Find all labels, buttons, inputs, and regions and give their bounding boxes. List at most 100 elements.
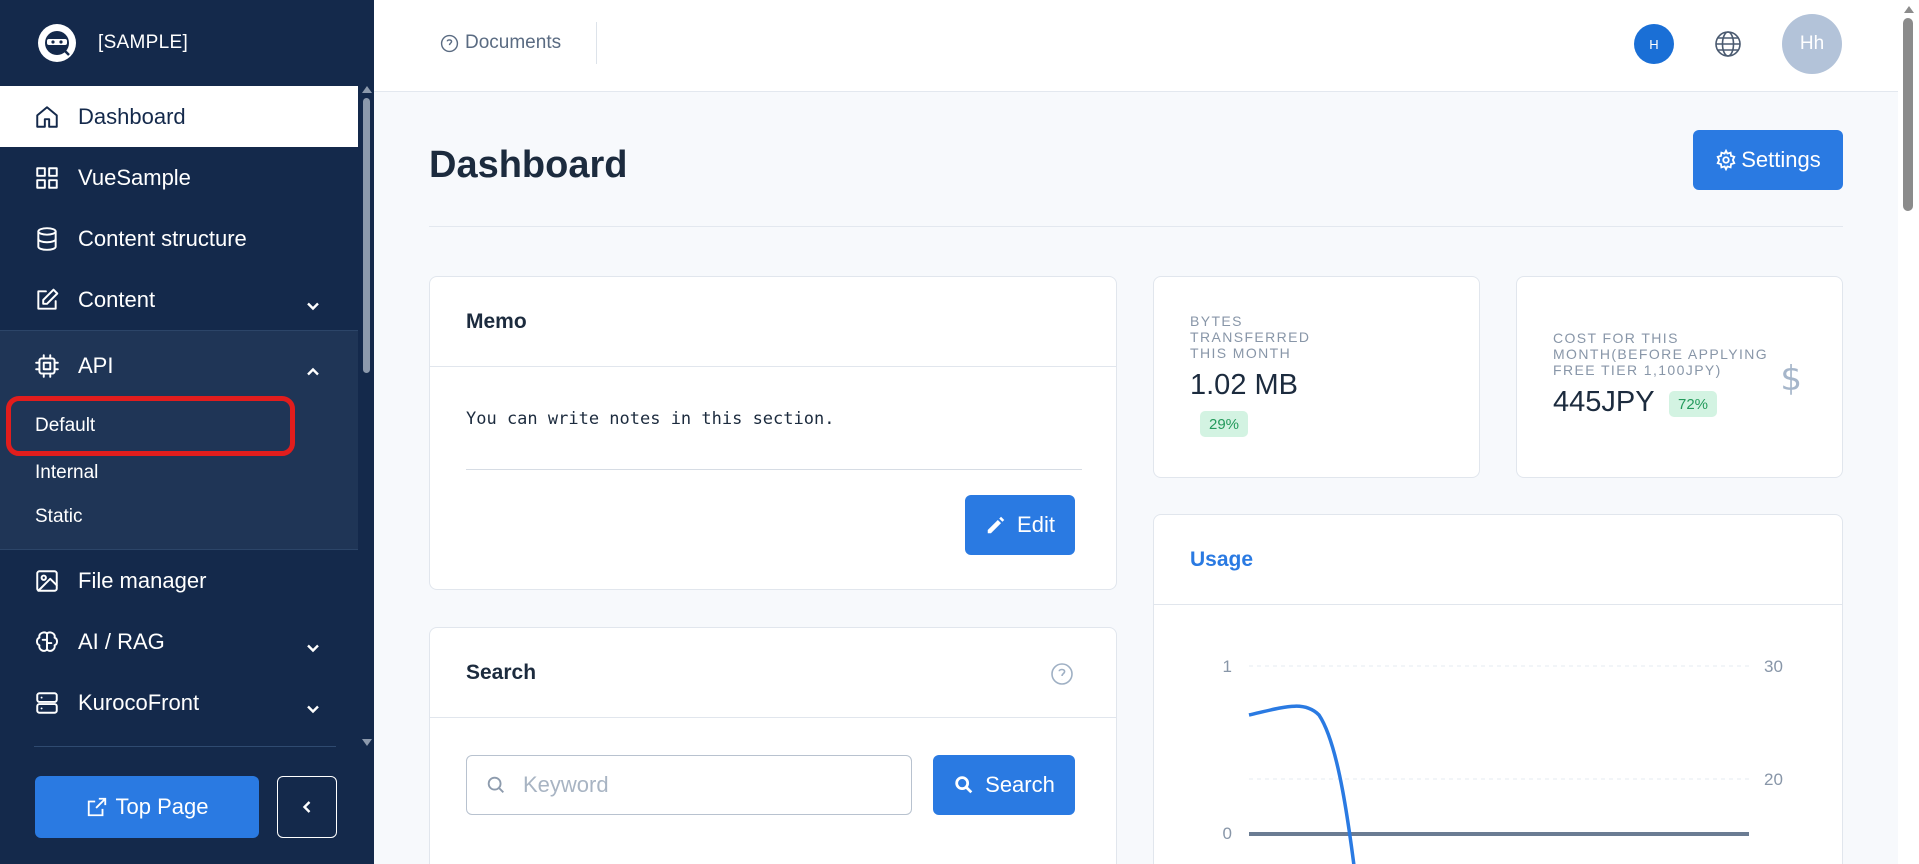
y-right-tick-30: 30 <box>1764 657 1783 676</box>
sidebar-item-dashboard[interactable]: Dashboard <box>0 86 358 147</box>
search-button[interactable]: Search <box>933 755 1075 815</box>
sidebar-subitem-default[interactable]: Default <box>6 396 295 456</box>
home-icon <box>34 104 60 130</box>
sidebar-subitem-static[interactable]: Static <box>0 495 358 539</box>
usage-series-line <box>1248 704 1356 864</box>
brain-icon <box>34 629 60 655</box>
avatar[interactable]: Hh <box>1782 14 1842 74</box>
edit-label: Edit <box>1017 512 1055 537</box>
chevron-down-icon <box>306 293 320 310</box>
memo-card: Memo You can write notes in this section… <box>429 276 1117 590</box>
page-scroll-thumb[interactable] <box>1903 18 1913 211</box>
sidebar-item-label: Content structure <box>78 225 247 251</box>
sidebar: [SAMPLE] Dashboard VueSample Content str… <box>0 0 374 864</box>
memo-title: Memo <box>430 277 1116 367</box>
sidebar-item-label: Content <box>78 286 156 312</box>
image-icon <box>34 568 60 594</box>
search-field[interactable] <box>466 755 912 815</box>
brand[interactable]: [SAMPLE] <box>0 0 374 86</box>
sidebar-item-label: AI / RAG <box>78 628 165 654</box>
server-icon <box>34 690 60 716</box>
bytes-label-line-2: TRANSFERRED <box>1190 329 1311 345</box>
sidebar-item-ai-rag[interactable]: AI / RAG <box>0 611 358 672</box>
chevron-down-icon <box>306 696 320 713</box>
search-icon <box>487 776 504 793</box>
scroll-up-arrow-icon[interactable] <box>1904 6 1914 13</box>
bytes-value: 1.02 MB <box>1190 369 1298 401</box>
page-scrollbar[interactable] <box>1898 0 1919 864</box>
topbar-divider <box>596 22 597 64</box>
cost-label-line-1: COST FOR THIS <box>1553 330 1679 346</box>
sidebar-item-kurocofront[interactable]: KurocoFront <box>0 672 358 733</box>
cost-value: 445JPY <box>1553 386 1655 418</box>
edit-memo-button[interactable]: Edit <box>965 495 1075 555</box>
chip-icon <box>34 353 60 379</box>
chevron-left-icon <box>302 801 311 813</box>
sidebar-item-label: API <box>78 353 114 378</box>
usage-chart: 1 0 30 20 <box>1223 657 1783 864</box>
bytes-transferred-card: BYTES TRANSFERRED THIS MONTH 1.02 MB 29% <box>1153 276 1480 478</box>
scroll-up-arrow-icon[interactable] <box>362 86 372 93</box>
y-left-tick-1: 1 <box>1223 657 1232 676</box>
topbar: Documents H Hh <box>374 0 1898 92</box>
brand-name: [SAMPLE] <box>98 32 189 53</box>
documents-link[interactable]: Documents <box>440 32 561 54</box>
title-divider <box>429 226 1843 227</box>
memo-divider <box>466 469 1082 470</box>
search-card: Search Search <box>429 627 1117 864</box>
y-left-tick-0: 0 <box>1223 824 1232 843</box>
globe-icon[interactable] <box>1712 28 1744 60</box>
cost-label-line-3: FREE TIER 1,100JPY) <box>1553 362 1722 378</box>
top-page-button[interactable]: Top Page <box>35 776 259 838</box>
usage-card: Usage 1 0 30 20 <box>1153 514 1843 864</box>
search-input[interactable] <box>523 772 883 798</box>
cost-label-line-2: MONTH(BEFORE APPLYING <box>1553 346 1769 362</box>
sidebar-item-content[interactable]: Content <box>0 269 358 330</box>
chevron-up-icon <box>306 359 320 376</box>
site-badge[interactable]: H <box>1634 24 1674 64</box>
sidebar-item-label: KurocoFront <box>78 689 200 715</box>
y-right-tick-20: 20 <box>1764 770 1783 789</box>
scroll-down-arrow-icon[interactable] <box>362 739 372 746</box>
question-circle-icon <box>440 34 459 52</box>
documents-label: Documents <box>465 32 562 53</box>
search-button-label: Search <box>985 772 1055 797</box>
external-link-icon <box>87 797 106 817</box>
sidebar-scrollbar[interactable] <box>358 86 374 746</box>
gear-icon <box>1716 149 1736 171</box>
sidebar-item-content-structure[interactable]: Content structure <box>0 208 358 269</box>
sidebar-scroll-thumb[interactable] <box>363 98 370 373</box>
top-page-label: Top Page <box>115 794 209 819</box>
sidebar-item-label: File manager <box>78 567 207 593</box>
search-title-text: Search <box>466 660 537 684</box>
collapse-sidebar-button[interactable] <box>277 776 337 838</box>
dollar-icon: $ <box>1780 359 1802 399</box>
cost-card: COST FOR THIS MONTH(BEFORE APPLYING FREE… <box>1516 276 1843 478</box>
bytes-percent-badge: 29% <box>1200 411 1249 437</box>
bytes-label-line-1: BYTES <box>1190 313 1243 329</box>
sidebar-divider <box>34 746 336 747</box>
chevron-down-icon <box>306 635 320 652</box>
main-content: Dashboard Settings Memo You can write no… <box>374 92 1898 864</box>
help-icon[interactable] <box>1050 662 1074 686</box>
cost-percent-badge: 72% <box>1669 391 1718 417</box>
settings-button[interactable]: Settings <box>1693 130 1843 190</box>
sidebar-item-vuesample[interactable]: VueSample <box>0 147 358 208</box>
sidebar-item-api[interactable]: API <box>0 331 358 401</box>
pencil-icon <box>987 516 1005 534</box>
sidebar-subitem-internal[interactable]: Internal <box>0 451 358 495</box>
sidebar-item-file-manager[interactable]: File manager <box>0 550 358 611</box>
api-submenu: Default Internal Static <box>0 396 358 549</box>
ninja-logo-icon <box>38 24 76 62</box>
usage-title: Usage <box>1154 515 1842 605</box>
edit-icon <box>34 287 60 313</box>
database-icon <box>34 226 60 252</box>
page-title: Dashboard <box>429 144 628 186</box>
memo-text: You can write notes in this section. <box>466 409 835 429</box>
api-group: API Default Internal Static <box>0 330 358 550</box>
bytes-label-line-3: THIS MONTH <box>1190 345 1292 361</box>
sidebar-nav: Dashboard VueSample Content structure Co… <box>0 86 358 733</box>
grid-icon <box>34 165 60 191</box>
settings-label: Settings <box>1741 147 1821 172</box>
search-icon <box>955 776 973 794</box>
